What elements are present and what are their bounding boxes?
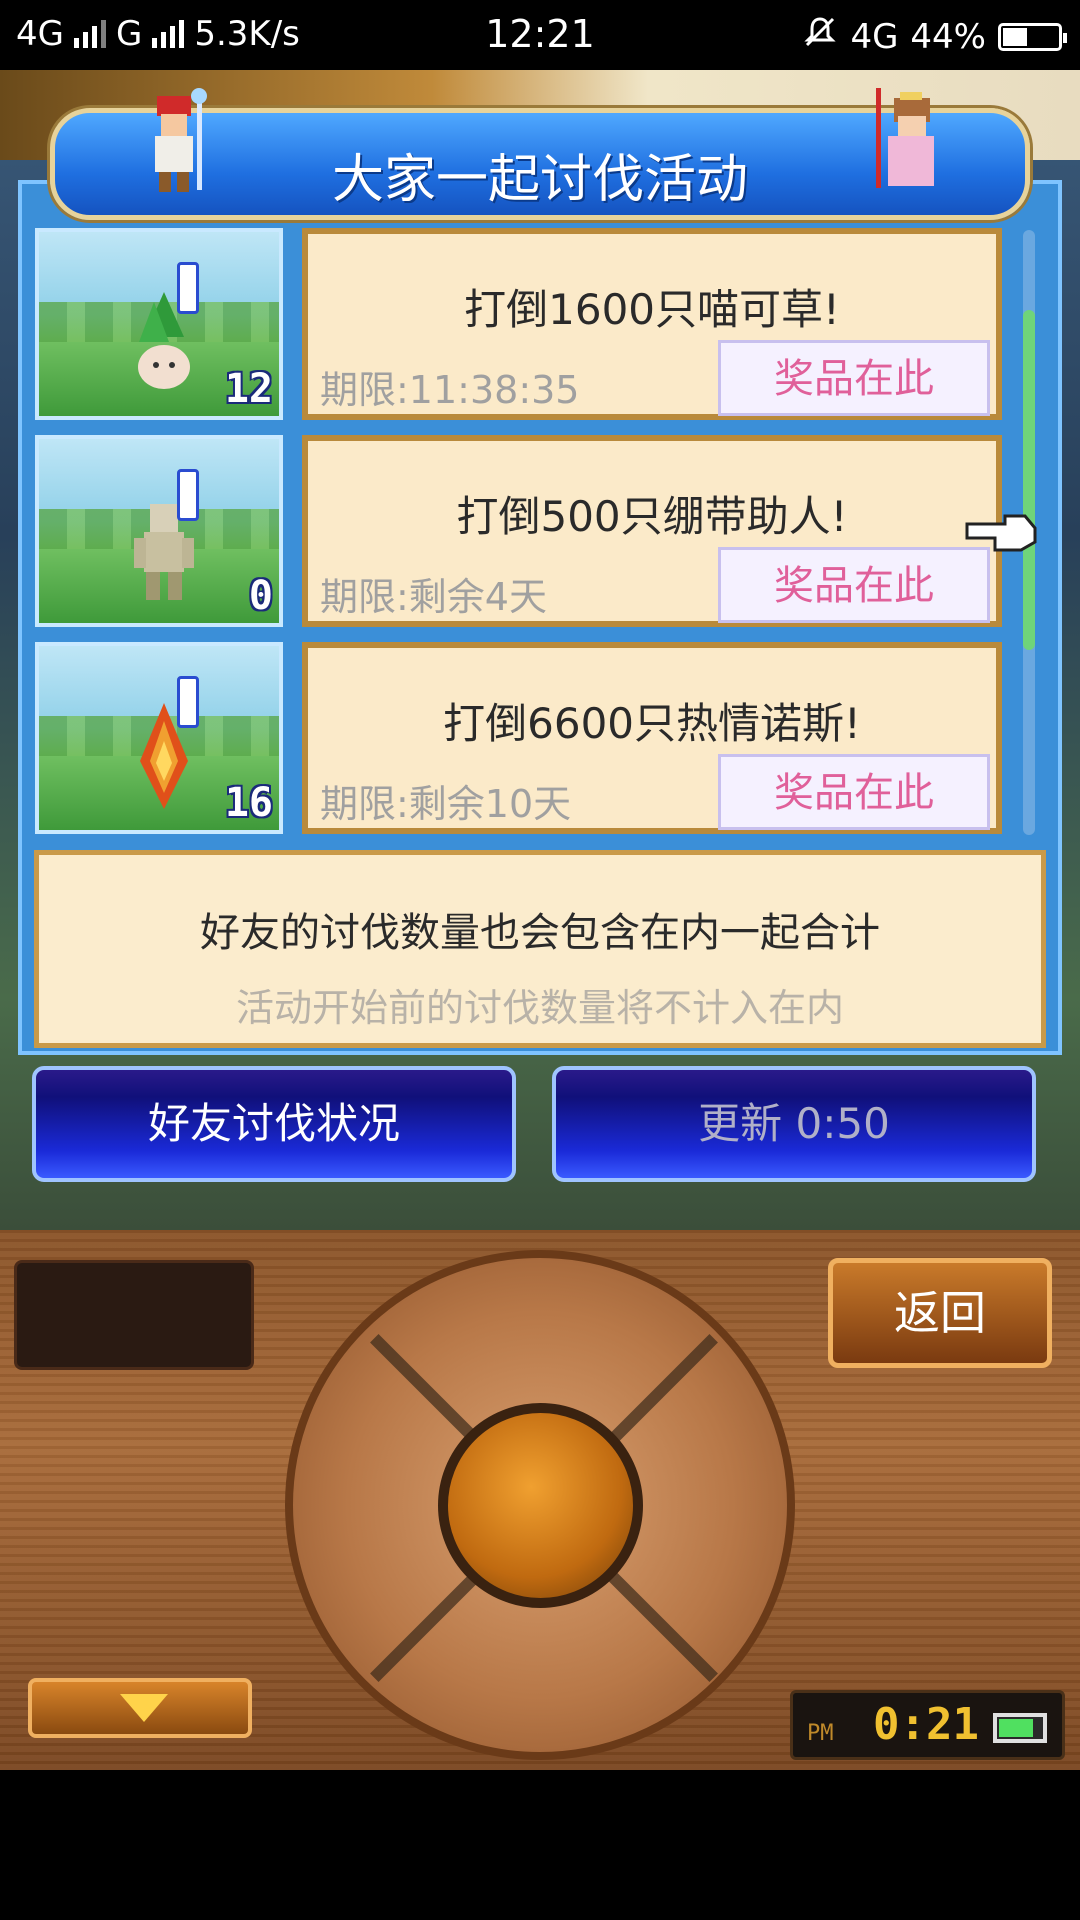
event-card: 打倒6600只热情诺斯! 期限:剩余10天 奖品在此 xyxy=(302,642,1002,834)
arrow-down-icon xyxy=(120,1694,168,1722)
status-right: 4G 44% xyxy=(802,14,1067,59)
game-battery-icon xyxy=(993,1713,1047,1743)
event-deadline: 期限:剩余10天 xyxy=(320,782,572,826)
exclamation-icon xyxy=(177,262,199,314)
dpad[interactable] xyxy=(285,1250,795,1760)
bottom-bar xyxy=(0,1770,1080,1920)
game-clock: PM 0:21 xyxy=(790,1690,1065,1760)
status-bar: 4G G 5.3K/s 12:21 4G 44% xyxy=(0,0,1080,70)
clock-time-display: 0:21 xyxy=(873,1699,979,1750)
control-pad: 返回 PM 0:21 xyxy=(0,1230,1080,1770)
event-list: 12 打倒1600只喵可草! 期限:11:38:35 奖品在此 0 打倒500只… xyxy=(30,225,1005,840)
info-sub-text: 活动开始前的讨伐数量将不计入在内 xyxy=(235,986,844,1030)
monster-thumbnail: 16 xyxy=(35,642,283,834)
mute-icon xyxy=(802,14,838,59)
mini-screen-slot xyxy=(14,1260,254,1370)
exclamation-icon xyxy=(177,676,199,728)
event-deadline: 期限:剩余4天 xyxy=(320,575,547,619)
info-box: 好友的讨伐数量也会包含在内一起合计 活动开始前的讨伐数量将不计入在内 xyxy=(34,850,1046,1048)
info-main-text: 好友的讨伐数量也会包含在内一起合计 xyxy=(200,910,880,956)
event-title: 打倒6600只热情诺斯! xyxy=(443,699,861,748)
prize-button[interactable]: 奖品在此 xyxy=(718,340,990,416)
event-row: 0 打倒500只绷带助人! 期限:剩余4天 奖品在此 xyxy=(30,432,1005,632)
exclamation-icon xyxy=(177,469,199,521)
back-button[interactable]: 返回 xyxy=(828,1258,1052,1368)
dpad-center-button[interactable] xyxy=(438,1403,643,1608)
pointing-hand-icon xyxy=(965,514,1037,552)
battery-percent: 44% xyxy=(910,16,986,57)
event-deadline: 期限:11:38:35 xyxy=(320,368,580,412)
monster-thumbnail: 12 xyxy=(35,228,283,420)
event-card: 打倒500只绷带助人! 期限:剩余4天 奖品在此 xyxy=(302,435,1002,627)
prize-button[interactable]: 奖品在此 xyxy=(718,754,990,830)
network-type-3: 4G xyxy=(850,16,899,57)
event-title: 打倒1600只喵可草! xyxy=(464,285,840,334)
monster-thumbnail: 0 xyxy=(35,435,283,627)
kill-count: 0 xyxy=(248,573,273,619)
scrollbar-thumb[interactable] xyxy=(1023,310,1035,650)
event-row: 12 打倒1600只喵可草! 期限:11:38:35 奖品在此 xyxy=(30,225,1005,425)
event-row: 16 打倒6600只热情诺斯! 期限:剩余10天 奖品在此 xyxy=(30,639,1005,839)
menu-toggle-button[interactable] xyxy=(28,1678,252,1738)
kill-count: 16 xyxy=(224,780,273,826)
refresh-button[interactable]: 更新 0:50 xyxy=(552,1066,1036,1182)
battery-icon xyxy=(998,22,1067,51)
hero-sprite-icon xyxy=(155,88,207,192)
friend-status-button[interactable]: 好友讨伐状况 xyxy=(32,1066,516,1182)
prize-button[interactable]: 奖品在此 xyxy=(718,547,990,623)
princess-sprite-icon xyxy=(876,88,934,188)
event-title: 打倒500只绷带助人! xyxy=(456,492,848,541)
kill-count: 12 xyxy=(224,366,273,412)
clock-ampm: PM xyxy=(807,1721,834,1746)
event-card: 打倒1600只喵可草! 期限:11:38:35 奖品在此 xyxy=(302,228,1002,420)
